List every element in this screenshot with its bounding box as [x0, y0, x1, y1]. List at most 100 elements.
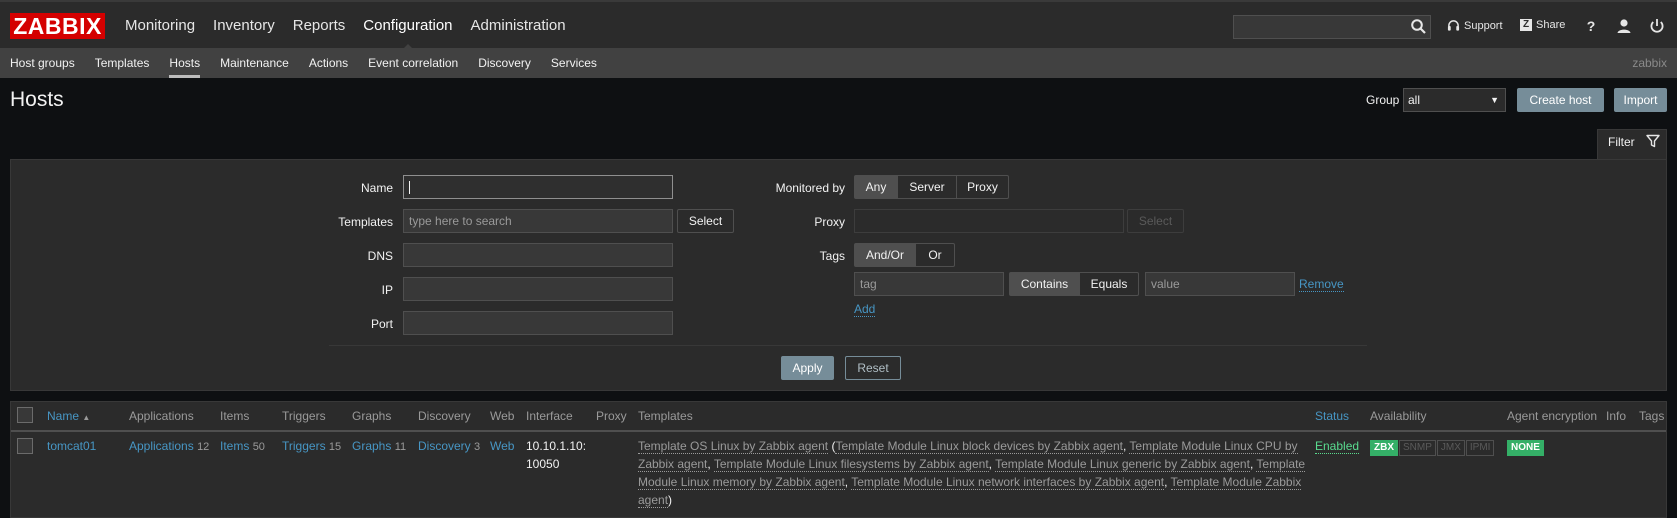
- tag-add-link[interactable]: Add: [854, 302, 876, 317]
- tags-evaltype-radio: And/Or Or: [854, 243, 955, 267]
- status-enabled-link[interactable]: Enabled: [1315, 439, 1360, 454]
- col-discovery-header: Discovery: [418, 409, 471, 423]
- port-input[interactable]: [403, 311, 673, 335]
- page-title: Hosts: [10, 88, 64, 111]
- submenu-maintenance[interactable]: Maintenance: [210, 48, 299, 78]
- submenu-hosts[interactable]: Hosts: [159, 48, 210, 78]
- triggers-link[interactable]: Triggers: [282, 439, 326, 453]
- tag-name-input[interactable]: tag: [854, 272, 1004, 296]
- tag-remove-link[interactable]: Remove: [1299, 277, 1344, 292]
- filter-divider: [329, 345, 1367, 346]
- help-icon[interactable]: ?: [1582, 17, 1600, 35]
- monitored-by-label: Monitored by: [775, 181, 845, 195]
- share-z-icon: Z: [1520, 19, 1532, 31]
- funnel-icon: [1646, 134, 1660, 148]
- tags-or-option[interactable]: Or: [915, 243, 955, 267]
- filter-tab[interactable]: Filter: [1597, 129, 1667, 159]
- templates-cell: Template OS Linux by Zabbix agent (Templ…: [638, 437, 1310, 509]
- ip-label: IP: [381, 283, 393, 297]
- create-host-button[interactable]: Create host: [1517, 88, 1604, 112]
- share-label: Share: [1536, 19, 1566, 31]
- discovery-count: 3: [474, 441, 481, 453]
- jmx-availability-badge: JMX: [1436, 440, 1465, 456]
- row-checkbox[interactable]: [17, 438, 33, 454]
- template-link[interactable]: Template Module Linux generic by Zabbix …: [995, 457, 1250, 472]
- sort-asc-icon: ▲: [82, 413, 91, 422]
- triggers-count: 15: [328, 441, 342, 453]
- submenu-templates[interactable]: Templates: [85, 48, 160, 78]
- support-link[interactable]: Support: [1447, 19, 1503, 32]
- main-menu: Monitoring Inventory Reports Configurati…: [116, 2, 575, 50]
- submenu-actions[interactable]: Actions: [299, 48, 358, 78]
- template-link[interactable]: Template OS Linux by Zabbix agent: [638, 439, 829, 454]
- submenu-host-groups[interactable]: Host groups: [0, 48, 85, 78]
- template-link[interactable]: Template Module Linux block devices by Z…: [835, 439, 1123, 454]
- submenu-discovery[interactable]: Discovery: [468, 48, 541, 78]
- templates-label: Templates: [338, 215, 393, 229]
- template-link[interactable]: Template Module Linux network interfaces…: [851, 475, 1165, 490]
- configuration-submenu-bar: Host groups Templates Hosts Maintenance …: [0, 48, 1677, 78]
- menu-reports[interactable]: Reports: [284, 2, 355, 50]
- monitored-by-radio: Any Server Proxy: [854, 175, 1009, 199]
- import-button[interactable]: Import: [1614, 88, 1667, 112]
- share-link[interactable]: Z Share: [1520, 19, 1565, 31]
- col-interface-header: Interface: [526, 409, 573, 423]
- filter-tab-label: Filter: [1608, 135, 1635, 149]
- col-items-header: Items: [220, 409, 250, 423]
- template-link[interactable]: Template Module Linux filesystems by Zab…: [713, 457, 989, 472]
- col-status-header[interactable]: Status: [1315, 409, 1349, 423]
- ip-input[interactable]: [403, 277, 673, 301]
- items-link[interactable]: Items: [220, 439, 249, 453]
- dns-input[interactable]: [403, 243, 673, 267]
- apply-button[interactable]: Apply: [781, 356, 834, 380]
- search-icon[interactable]: [1410, 18, 1428, 36]
- monitored-server-option[interactable]: Server: [897, 175, 957, 199]
- col-name-label: Name: [47, 409, 80, 423]
- submenu-event-correlation[interactable]: Event correlation: [358, 48, 468, 78]
- tag-value-input[interactable]: value: [1145, 272, 1295, 296]
- tag-contains-option[interactable]: Contains: [1009, 272, 1080, 296]
- col-name-header[interactable]: Name ▲: [47, 409, 90, 423]
- applications-link[interactable]: Applications: [129, 439, 194, 453]
- template-separator: ,: [1164, 475, 1171, 489]
- interface-cell: 10.10.1.10: 10050: [526, 437, 586, 473]
- tag-equals-option[interactable]: Equals: [1079, 272, 1139, 296]
- template-separator: ,: [707, 457, 714, 471]
- templates-select-button[interactable]: Select: [677, 209, 734, 233]
- top-navigation-bar: ZABBIX Monitoring Inventory Reports Conf…: [0, 0, 1677, 50]
- select-all-checkbox[interactable]: [17, 407, 33, 423]
- name-input[interactable]: [403, 175, 673, 199]
- tag-remove-wrap: Remove: [1299, 277, 1344, 292]
- reset-button[interactable]: Reset: [845, 356, 901, 380]
- col-templates-header: Templates: [638, 409, 693, 423]
- submenu-services[interactable]: Services: [541, 48, 607, 78]
- hosts-table: Name ▲ Applications Items Triggers Graph…: [10, 401, 1667, 518]
- tag-add-wrap: Add: [854, 302, 876, 317]
- menu-administration[interactable]: Administration: [462, 2, 575, 50]
- tags-andor-option[interactable]: And/Or: [854, 243, 916, 267]
- ipmi-availability-badge: IPMI: [1465, 440, 1495, 456]
- interface-port: 10050: [526, 457, 560, 471]
- filter-panel: Name Templates type here to search Selec…: [10, 159, 1667, 391]
- sign-out-icon[interactable]: [1648, 17, 1666, 35]
- proxy-input: [854, 209, 1124, 233]
- dns-label: DNS: [367, 249, 393, 263]
- menu-configuration[interactable]: Configuration: [354, 2, 461, 50]
- global-search-input[interactable]: [1233, 15, 1431, 39]
- availability-cell: ZBX SNMP JMX IPMI: [1370, 437, 1495, 456]
- web-link[interactable]: Web: [490, 439, 514, 453]
- zabbix-logo[interactable]: ZABBIX: [10, 13, 105, 39]
- monitored-any-option[interactable]: Any: [854, 175, 898, 199]
- dropdown-arrow-icon: ▼: [1490, 95, 1499, 105]
- group-select[interactable]: all ▼: [1403, 88, 1506, 112]
- templates-search-input[interactable]: type here to search: [403, 209, 673, 233]
- user-profile-icon[interactable]: [1615, 17, 1633, 35]
- proxy-label: Proxy: [814, 215, 845, 229]
- host-name-link[interactable]: tomcat01: [47, 439, 96, 453]
- menu-monitoring[interactable]: Monitoring: [116, 2, 204, 50]
- discovery-link[interactable]: Discovery: [418, 439, 471, 453]
- graphs-link[interactable]: Graphs: [352, 439, 391, 453]
- menu-inventory[interactable]: Inventory: [204, 2, 284, 50]
- monitored-proxy-option[interactable]: Proxy: [956, 175, 1009, 199]
- submenu: Host groups Templates Hosts Maintenance …: [0, 48, 607, 78]
